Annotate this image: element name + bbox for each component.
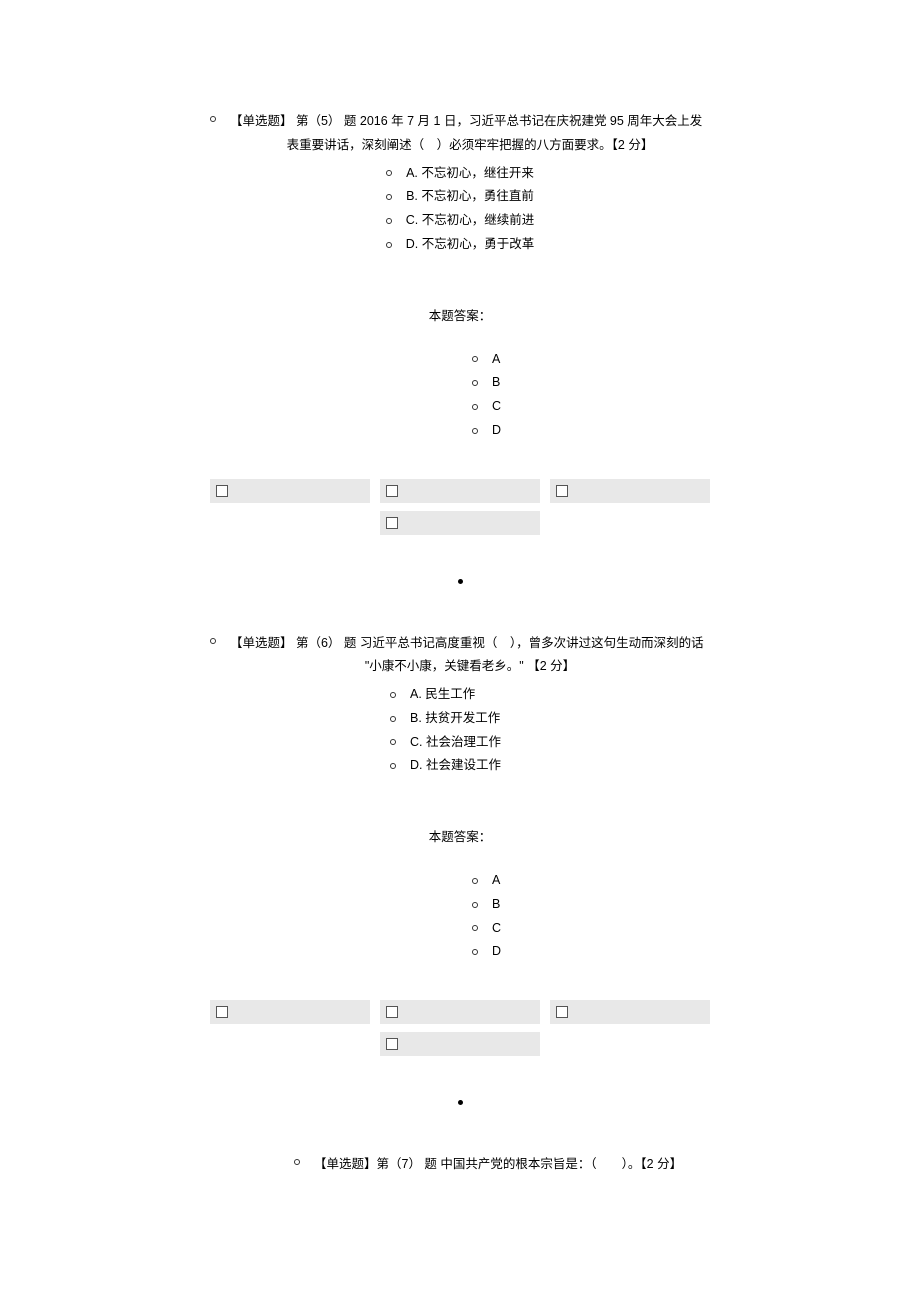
checkbox-icon — [216, 1006, 228, 1018]
bullet-icon — [386, 218, 392, 224]
answer-a[interactable]: A — [210, 348, 710, 372]
q6-line2: "小康不小康，关键看老乡。" 【2 分】 — [230, 655, 710, 679]
bullet-icon — [210, 116, 216, 122]
question-7-stem: 【单选题】第（7） 题 中国共产党的根本宗旨是：（ ）。【2 分】 — [294, 1153, 710, 1177]
checkbox-cell[interactable] — [210, 1000, 370, 1024]
option-a[interactable]: A. 民生工作 — [210, 683, 710, 707]
checkbox-cell[interactable] — [550, 1000, 710, 1024]
q6-line1: 【单选题】 第（6） 题 习近平总书记高度重视（ ），曾多次讲过这句生动而深刻的… — [230, 632, 710, 656]
option-d-text: D. 社会建设工作 — [410, 754, 530, 778]
question-6-text: 【单选题】 第（6） 题 习近平总书记高度重视（ ），曾多次讲过这句生动而深刻的… — [230, 632, 710, 680]
checkbox-cell[interactable] — [380, 479, 540, 503]
bullet-icon — [390, 739, 396, 745]
option-a-text: A. 不忘初心，继往开来 — [406, 162, 534, 186]
question-6-options: A. 民生工作 B. 扶贫开发工作 C. 社会治理工作 D. 社会建设工作 — [210, 683, 710, 778]
checkbox-cell[interactable] — [380, 1000, 540, 1024]
checkbox-icon — [386, 517, 398, 529]
checkbox-icon — [386, 485, 398, 497]
answer-label: 本题答案： — [210, 305, 710, 324]
bullet-icon — [472, 878, 478, 884]
question-5-options: A. 不忘初心，继往开来 B. 不忘初心，勇往直前 C. 不忘初心，继续前进 D… — [210, 162, 710, 257]
checkbox-cell[interactable] — [380, 1032, 540, 1056]
option-c[interactable]: C. 社会治理工作 — [210, 731, 710, 755]
bullet-icon — [390, 692, 396, 698]
bullet-icon — [472, 902, 478, 908]
checkbox-icon — [386, 1006, 398, 1018]
answer-list: A B C D — [210, 869, 710, 964]
answer-b[interactable]: B — [210, 371, 710, 395]
bullet-icon — [472, 428, 478, 434]
answer-a-text: A — [492, 869, 508, 893]
question-6: 【单选题】 第（6） 题 习近平总书记高度重视（ ），曾多次讲过这句生动而深刻的… — [210, 632, 710, 1106]
checkbox-row-2 — [210, 511, 710, 535]
answer-d-text: D — [492, 940, 508, 964]
checkbox-row-2 — [210, 1032, 710, 1056]
bullet-icon — [386, 194, 392, 200]
answer-a[interactable]: A — [210, 869, 710, 893]
answer-d[interactable]: D — [210, 940, 710, 964]
bullet-icon — [472, 925, 478, 931]
answer-b-text: B — [492, 893, 508, 917]
question-6-stem: 【单选题】 第（6） 题 习近平总书记高度重视（ ），曾多次讲过这句生动而深刻的… — [210, 632, 710, 680]
bullet-icon — [390, 763, 396, 769]
bullet-icon — [472, 949, 478, 955]
checkbox-icon — [556, 485, 568, 497]
q7-text: 【单选题】第（7） 题 中国共产党的根本宗旨是：（ ）。【2 分】 — [314, 1153, 710, 1177]
option-a-text: A. 民生工作 — [410, 683, 530, 707]
option-b-text: B. 扶贫开发工作 — [410, 707, 530, 731]
bullet-icon — [386, 242, 392, 248]
option-d[interactable]: D. 不忘初心，勇于改革 — [210, 233, 710, 257]
separator — [210, 579, 710, 584]
checkbox-cell[interactable] — [550, 479, 710, 503]
bullet-icon — [472, 356, 478, 362]
question-5-text: 【单选题】 第（5） 题 2016 年 7 月 1 日，习近平总书记在庆祝建党 … — [230, 110, 710, 158]
option-d[interactable]: D. 社会建设工作 — [210, 754, 710, 778]
answer-label: 本题答案： — [210, 826, 710, 845]
q5-line2: 表重要讲话，深刻阐述（ ）必须牢牢把握的八方面要求。【2 分】 — [230, 134, 710, 158]
option-c[interactable]: C. 不忘初心，继续前进 — [210, 209, 710, 233]
q5-line1: 【单选题】 第（5） 题 2016 年 7 月 1 日，习近平总书记在庆祝建党 … — [230, 110, 710, 134]
bullet-icon — [386, 170, 392, 176]
answer-list: A B C D — [210, 348, 710, 443]
question-7-text: 【单选题】第（7） 题 中国共产党的根本宗旨是：（ ）。【2 分】 — [314, 1153, 710, 1177]
checkbox-row-1 — [210, 1000, 710, 1024]
question-5-stem: 【单选题】 第（5） 题 2016 年 7 月 1 日，习近平总书记在庆祝建党 … — [210, 110, 710, 158]
bullet-icon — [390, 716, 396, 722]
separator — [210, 1100, 710, 1105]
option-b[interactable]: B. 扶贫开发工作 — [210, 707, 710, 731]
option-b[interactable]: B. 不忘初心，勇往直前 — [210, 185, 710, 209]
answer-b-text: B — [492, 371, 508, 395]
checkbox-cell[interactable] — [380, 511, 540, 535]
bullet-solid-icon — [458, 1100, 463, 1105]
bullet-icon — [294, 1159, 300, 1165]
bullet-icon — [472, 404, 478, 410]
option-c-text: C. 不忘初心，继续前进 — [406, 209, 534, 233]
checkbox-cell[interactable] — [210, 479, 370, 503]
answer-c[interactable]: C — [210, 917, 710, 941]
bullet-icon — [472, 380, 478, 386]
question-7: 【单选题】第（7） 题 中国共产党的根本宗旨是：（ ）。【2 分】 — [210, 1153, 710, 1177]
answer-d[interactable]: D — [210, 419, 710, 443]
answer-b[interactable]: B — [210, 893, 710, 917]
checkbox-icon — [216, 485, 228, 497]
answer-c-text: C — [492, 917, 508, 941]
answer-a-text: A — [492, 348, 508, 372]
question-5: 【单选题】 第（5） 题 2016 年 7 月 1 日，习近平总书记在庆祝建党 … — [210, 110, 710, 584]
answer-c[interactable]: C — [210, 395, 710, 419]
option-a[interactable]: A. 不忘初心，继往开来 — [210, 162, 710, 186]
checkbox-row-1 — [210, 479, 710, 503]
answer-d-text: D — [492, 419, 508, 443]
option-d-text: D. 不忘初心，勇于改革 — [406, 233, 534, 257]
option-c-text: C. 社会治理工作 — [410, 731, 530, 755]
answer-c-text: C — [492, 395, 508, 419]
checkbox-icon — [556, 1006, 568, 1018]
bullet-solid-icon — [458, 579, 463, 584]
bullet-icon — [210, 638, 216, 644]
option-b-text: B. 不忘初心，勇往直前 — [406, 185, 534, 209]
checkbox-icon — [386, 1038, 398, 1050]
